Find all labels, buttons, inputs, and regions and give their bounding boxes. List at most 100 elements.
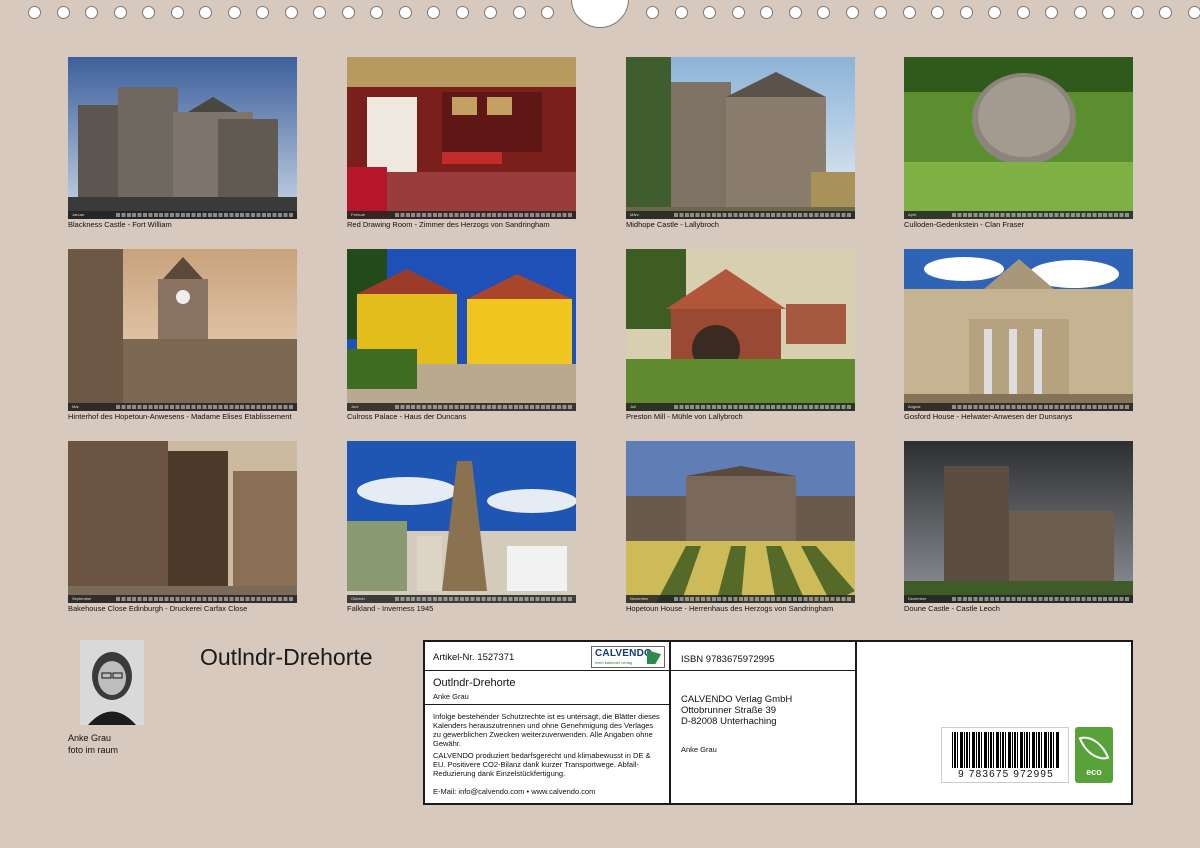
- eco-label: eco: [1086, 767, 1102, 777]
- publisher-info-panel: Artikel-Nr. 1527371 CALVENDO mein kalend…: [423, 640, 1133, 805]
- binding-hole: [646, 6, 659, 19]
- mini-calendar-strip: Juli: [626, 403, 855, 411]
- panel-rule: [425, 704, 669, 705]
- binding-hole: [903, 6, 916, 19]
- barcode-number: 9 783675 972995: [958, 769, 1054, 780]
- credit: Anke Grau: [681, 745, 717, 754]
- photo-september: September: [68, 441, 297, 603]
- binding-hole: [427, 6, 440, 19]
- binding-hole: [675, 6, 688, 19]
- binding-hole: [817, 6, 830, 19]
- photo-may: Mai: [68, 249, 297, 411]
- author-name: Anke Grau: [68, 733, 112, 743]
- mini-calendar-strip: August: [904, 403, 1133, 411]
- binding-hole: [1159, 6, 1172, 19]
- photo-november: November: [626, 441, 855, 603]
- binding-hole: [484, 6, 497, 19]
- binding-hole: [1074, 6, 1087, 19]
- publisher-city: D-82008 Unterhaching: [681, 716, 777, 727]
- binding-hole: [874, 6, 887, 19]
- photo-january: Januar: [68, 57, 297, 219]
- binding-hole: [285, 6, 298, 19]
- calvendo-logo: CALVENDO mein kalender verlag: [591, 646, 665, 668]
- mini-calendar-strip: Oktober: [347, 595, 576, 603]
- binding-hole: [732, 6, 745, 19]
- photo-december: Dezember: [904, 441, 1133, 603]
- photo-caption: Midhope Castle - Lallybroch: [626, 220, 719, 229]
- panel-divider: [669, 642, 671, 803]
- binding-hole: [789, 6, 802, 19]
- panel-divider: [855, 642, 857, 803]
- binding-hole: [1017, 6, 1030, 19]
- page-title: Outlndr-Drehorte: [200, 644, 373, 670]
- barcode-bars: [952, 732, 1060, 768]
- photo-caption: Hinterhof des Hopetoun-Anwesens - Madame…: [68, 412, 292, 421]
- calendar-hanger-cutout: [571, 0, 629, 28]
- binding-hole: [342, 6, 355, 19]
- photo-march: März: [626, 57, 855, 219]
- binding-hole: [142, 6, 155, 19]
- photo-caption: Culross Palace - Haus der Duncans: [347, 412, 467, 421]
- mini-calendar-strip: November: [626, 595, 855, 603]
- mini-calendar-strip: Dezember: [904, 595, 1133, 603]
- photo-caption: Preston Mill - Mühle von Lallybroch: [626, 412, 743, 421]
- photo-caption: Doune Castle - Castle Leoch: [904, 604, 1000, 613]
- photo-caption: Hopetoun House - Herrenhaus des Herzogs …: [626, 604, 834, 613]
- photo-caption: Falkland - Inverness 1945: [347, 604, 434, 613]
- binding-hole: [199, 6, 212, 19]
- binding-hole: [541, 6, 554, 19]
- publisher-street: Ottobrunner Straße 39: [681, 705, 777, 716]
- binding-hole: [171, 6, 184, 19]
- binding-hole: [1188, 6, 1200, 19]
- binding-hole: [703, 6, 716, 19]
- binding-hole: [760, 6, 773, 19]
- contact-line: E-Mail: info@calvendo.com • www.calvendo…: [433, 787, 596, 796]
- isbn: ISBN 9783675972995: [681, 654, 775, 665]
- binding-hole: [370, 6, 383, 19]
- mini-calendar-strip: Februar: [347, 211, 576, 219]
- binding-hole: [960, 6, 973, 19]
- mini-calendar-strip: Juni: [347, 403, 576, 411]
- mini-calendar-strip: September: [68, 595, 297, 603]
- binding-hole: [85, 6, 98, 19]
- binding-hole: [57, 6, 70, 19]
- binding-hole: [1045, 6, 1058, 19]
- binding-hole: [1131, 6, 1144, 19]
- binding-hole: [28, 6, 41, 19]
- calvendo-logo-text: CALVENDO: [595, 648, 652, 659]
- photo-caption: Blackness Castle - Fort William: [68, 220, 172, 229]
- binding-hole: [399, 6, 412, 19]
- leaf-icon: [1078, 730, 1110, 766]
- binding-hole: [228, 6, 241, 19]
- photo-caption: Bakehouse Close Edinburgh - Druckerei Ca…: [68, 604, 248, 613]
- photo-august: August: [904, 249, 1133, 411]
- product-title: Outlndr-Drehorte: [433, 677, 516, 689]
- binding-hole: [846, 6, 859, 19]
- mini-calendar-strip: Januar: [68, 211, 297, 219]
- mini-calendar-strip: April: [904, 211, 1133, 219]
- article-number: Artikel-Nr. 1527371: [433, 652, 515, 663]
- production-notice: CALVENDO produziert bedarfsgerecht und k…: [433, 751, 651, 778]
- publisher-name: CALVENDO Verlag GmbH: [681, 694, 793, 705]
- binding-hole: [256, 6, 269, 19]
- calvendo-logo-tagline: mein kalender verlag: [595, 660, 633, 665]
- binding-hole: [456, 6, 469, 19]
- legal-notice: Infolge bestehender Schutzrechte ist es …: [433, 712, 660, 748]
- photo-february: Februar: [347, 57, 576, 219]
- binding-hole: [513, 6, 526, 19]
- barcode: 9 783675 972995: [941, 727, 1069, 783]
- photo-caption: Gosford House - Helwater-Anwesen der Dun…: [904, 412, 1073, 421]
- binding-hole: [1102, 6, 1115, 19]
- photo-caption: Culloden-Gedenkstein - Clan Fraser: [904, 220, 1025, 229]
- binding-hole: [988, 6, 1001, 19]
- binding-hole: [114, 6, 127, 19]
- eco-badge: eco: [1075, 727, 1113, 783]
- calvendo-logo-mark: [647, 650, 661, 664]
- mini-calendar-strip: Mai: [68, 403, 297, 411]
- product-author: Anke Grau: [433, 692, 469, 701]
- photo-caption: Red Drawing Room - Zimmer des Herzogs vo…: [347, 220, 550, 229]
- binding-hole: [931, 6, 944, 19]
- photo-july: Juli: [626, 249, 855, 411]
- panel-rule: [425, 670, 855, 671]
- binding-hole: [313, 6, 326, 19]
